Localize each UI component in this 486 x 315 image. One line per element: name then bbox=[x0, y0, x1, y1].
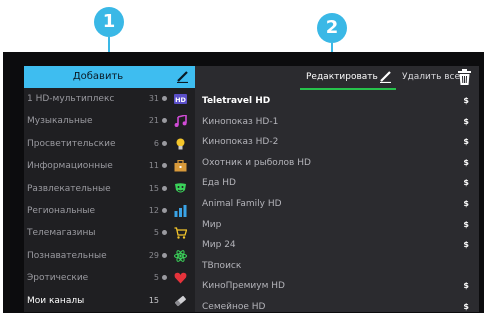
channel-item[interactable]: Кинопоказ HD-1 $ bbox=[195, 111, 479, 133]
channel-name: ТВпоиск bbox=[202, 260, 242, 271]
category-item[interactable]: Музыкальные 21 bbox=[24, 110, 195, 132]
channel-item[interactable]: Animal Family HD $ bbox=[195, 193, 479, 215]
channel-item[interactable]: Семейное HD $ bbox=[195, 296, 479, 312]
bar-chart-icon bbox=[174, 205, 187, 217]
channel-name: Animal Family HD bbox=[202, 199, 282, 209]
delete-all-label: Удалить все bbox=[402, 72, 461, 82]
callout-marker-1: 1 bbox=[94, 7, 124, 37]
category-name: Познавательные bbox=[27, 250, 107, 261]
category-name: Музыкальные bbox=[27, 116, 93, 127]
channel-item[interactable]: Teletravel HD $ bbox=[195, 90, 479, 112]
channel-item[interactable]: Мир 24 $ bbox=[195, 234, 479, 256]
music-note-icon bbox=[174, 114, 187, 128]
pin-dot-icon bbox=[162, 208, 167, 213]
category-item[interactable]: Развлекательные 15 bbox=[24, 178, 195, 200]
pin-dot-icon bbox=[162, 140, 167, 146]
channel-item[interactable]: Мир $ bbox=[195, 214, 479, 236]
atom-icon bbox=[174, 249, 187, 262]
category-name: Телемагазины bbox=[27, 228, 96, 239]
channel-name: Семейное HD bbox=[202, 302, 266, 312]
category-count: 5 bbox=[153, 228, 159, 238]
channel-item[interactable]: Кинопоказ HD-2 $ bbox=[195, 131, 479, 153]
channel-name: Еда HD bbox=[202, 178, 236, 189]
category-sidebar: Добавить 1 HD-мультиплекс 31 HD Музыкальные… bbox=[24, 66, 195, 312]
edit-button-label: Редактировать bbox=[306, 72, 378, 82]
paid-badge: $ bbox=[463, 157, 469, 167]
paid-badge: $ bbox=[463, 137, 469, 147]
pin-dot-icon bbox=[162, 230, 167, 236]
trash-icon bbox=[458, 69, 471, 85]
channel-name: Охотник и рыболов HD bbox=[202, 157, 311, 168]
paid-badge: $ bbox=[463, 178, 469, 188]
category-name: Региональные bbox=[27, 206, 96, 216]
category-name: Эротические bbox=[27, 273, 89, 284]
eraser-icon bbox=[174, 295, 187, 307]
edit-button[interactable]: Редактировать bbox=[300, 66, 396, 90]
category-item[interactable]: Телемагазины 5 bbox=[24, 222, 195, 244]
paid-badge: $ bbox=[463, 96, 469, 105]
tv-screen: Добавить 1 HD-мультиплекс 31 HD Музыкальные… bbox=[3, 52, 484, 313]
channel-name: Кинопоказ HD-1 bbox=[202, 116, 279, 127]
pencil-icon bbox=[380, 71, 391, 83]
callout-marker-2: 2 bbox=[317, 13, 347, 43]
svg-text:HD: HD bbox=[175, 96, 186, 104]
channel-item[interactable]: Охотник и рыболов HD $ bbox=[195, 152, 479, 174]
channel-item[interactable]: КиноПремиум HD $ bbox=[195, 275, 479, 297]
category-name: Просветительские bbox=[27, 138, 116, 149]
pin-dot-icon bbox=[162, 185, 167, 191]
category-item[interactable]: Региональные 12 bbox=[24, 200, 195, 222]
channel-panel: Редактировать Удалить все Teletravel HD $… bbox=[195, 66, 479, 312]
category-count: 5 bbox=[153, 273, 159, 283]
pin-dot-icon bbox=[162, 252, 167, 258]
category-item[interactable]: Познавательные 29 bbox=[24, 245, 195, 267]
category-count: 12 bbox=[148, 206, 159, 215]
channel-name: Мир 24 bbox=[202, 240, 236, 251]
pin-dot-icon bbox=[162, 163, 167, 169]
channel-manager: Добавить 1 HD-мультиплекс 31 HD Музыкальные… bbox=[24, 66, 479, 312]
category-count: 29 bbox=[148, 250, 159, 260]
category-name: Развлекательные bbox=[27, 183, 111, 194]
paid-badge: $ bbox=[463, 199, 469, 208]
category-name: Мои каналы bbox=[27, 295, 85, 306]
category-count: 15 bbox=[148, 295, 159, 305]
paid-badge: $ bbox=[463, 116, 469, 126]
category-count: 6 bbox=[153, 138, 159, 148]
category-item[interactable]: 1 HD-мультиплекс 31 HD bbox=[24, 88, 195, 110]
channel-name: Мир bbox=[202, 219, 222, 230]
pin-dot-icon bbox=[162, 275, 167, 281]
hd-icon: HD bbox=[174, 93, 187, 105]
briefcase-icon bbox=[174, 160, 187, 172]
channel-name: КиноПремиум HD bbox=[202, 281, 285, 292]
paid-badge: $ bbox=[463, 281, 469, 291]
pin-dot-icon bbox=[162, 118, 167, 124]
paid-badge: $ bbox=[463, 302, 469, 311]
pin-dot-icon bbox=[162, 96, 167, 101]
heart-icon bbox=[174, 272, 187, 284]
category-count: 15 bbox=[148, 183, 159, 193]
channel-name: Кинопоказ HD-2 bbox=[202, 137, 279, 148]
channel-name: Teletravel HD bbox=[202, 96, 271, 106]
shopping-cart-icon bbox=[174, 227, 188, 240]
paid-badge: $ bbox=[463, 240, 469, 250]
category-item[interactable]: Просветительские 6 bbox=[24, 133, 195, 155]
category-count: 31 bbox=[148, 94, 159, 103]
category-count: 11 bbox=[148, 161, 159, 171]
channel-item[interactable]: Еда HD $ bbox=[195, 172, 479, 194]
category-name: 1 HD-мультиплекс bbox=[27, 94, 115, 104]
channel-item[interactable]: ТВпоиск bbox=[195, 255, 479, 277]
paid-badge: $ bbox=[463, 219, 469, 229]
category-count: 21 bbox=[148, 116, 159, 126]
add-button[interactable]: Добавить bbox=[24, 66, 195, 88]
pencil-icon bbox=[177, 71, 188, 83]
add-button-label: Добавить bbox=[72, 71, 124, 82]
category-item[interactable]: Информационные 11 bbox=[24, 155, 195, 177]
category-item[interactable]: Мои каналы 15 bbox=[24, 290, 195, 312]
category-item[interactable]: Эротические 5 bbox=[24, 267, 195, 289]
theater-masks-icon bbox=[174, 182, 187, 195]
category-name: Информационные bbox=[27, 161, 113, 172]
lightbulb-icon bbox=[174, 138, 187, 150]
